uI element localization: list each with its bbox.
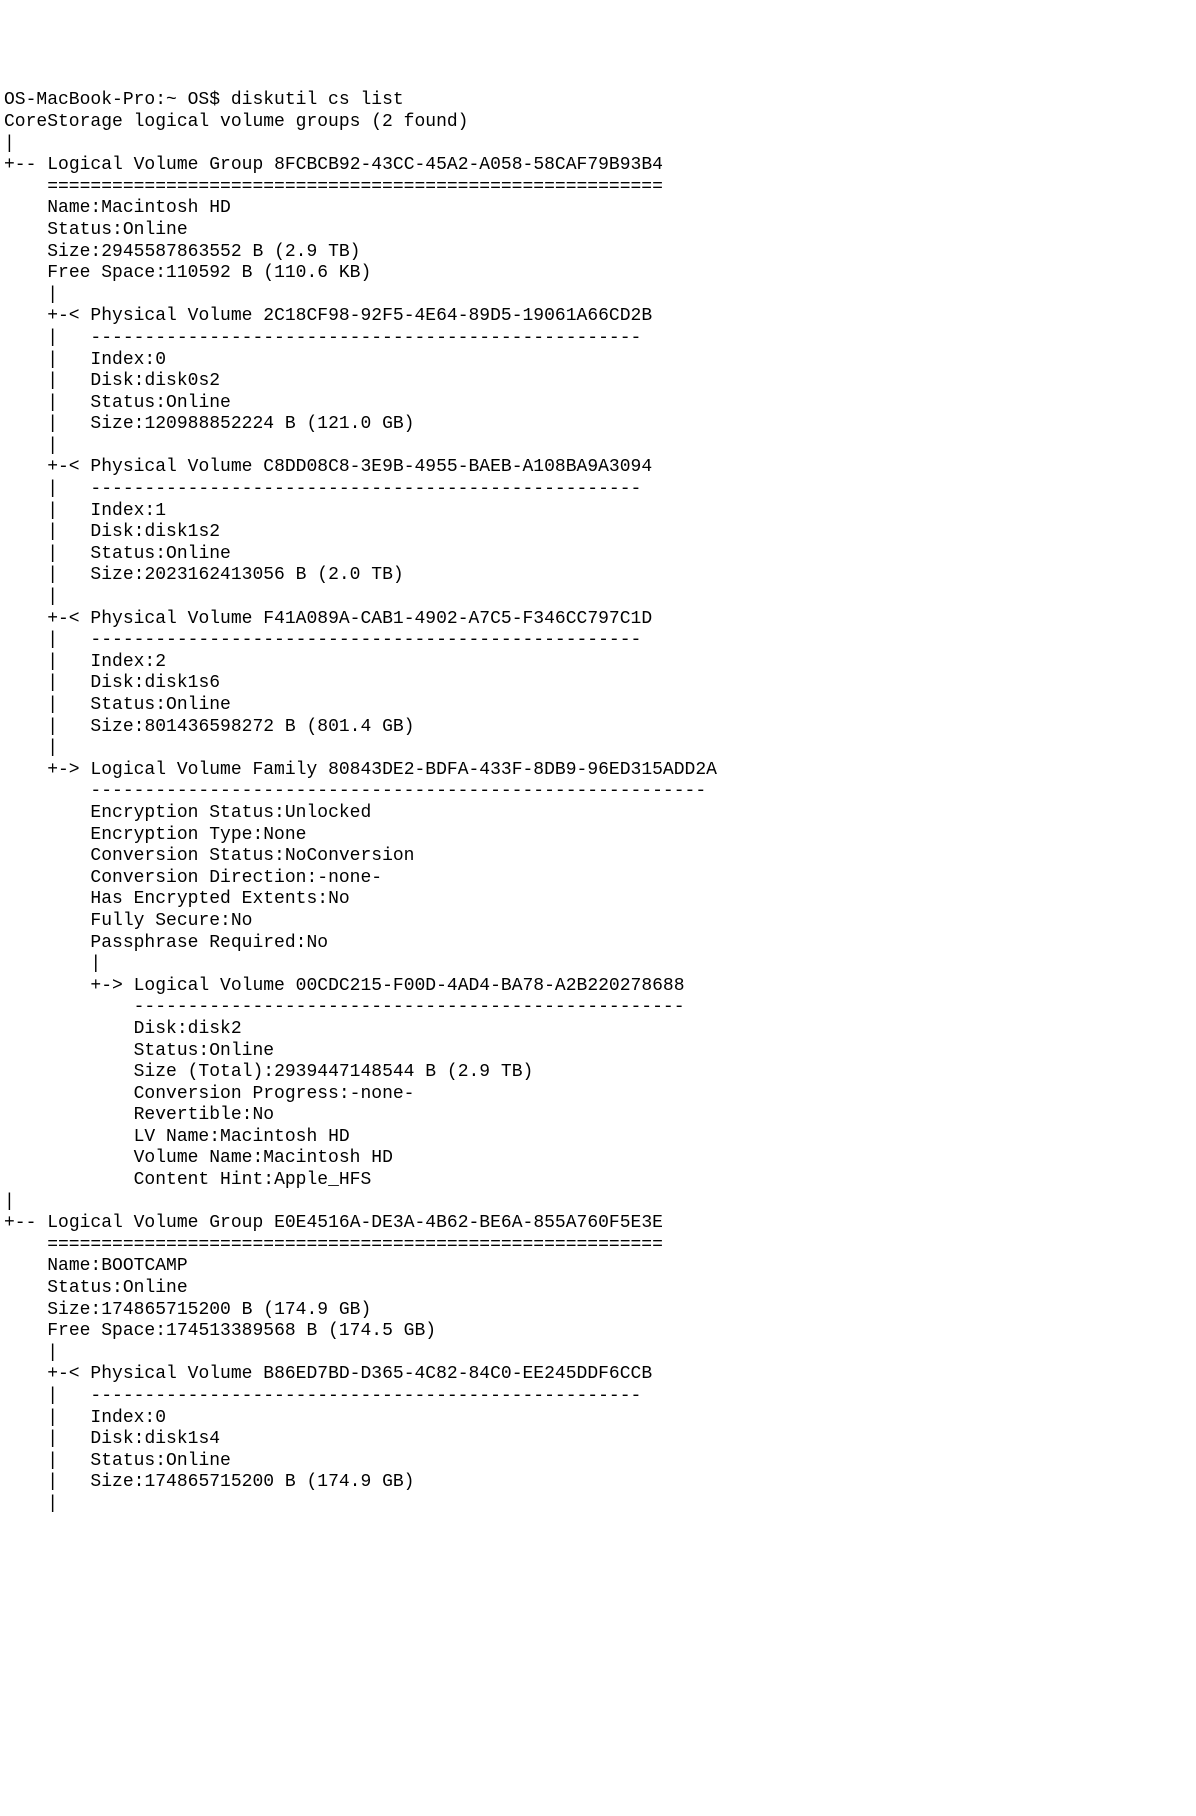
pv-size: 2023162413056 B (2.0 TB) [144, 565, 403, 585]
lbl-status: Status: [90, 544, 166, 564]
pv-status: Online [166, 1451, 231, 1471]
lbl-free: Free Space: [47, 1321, 166, 1341]
pv-disk: disk0s2 [144, 371, 220, 391]
pv-uuid: 2C18CF98-92F5-4E64-89D5-19061A66CD2B [263, 306, 652, 326]
lbl-size: Size: [47, 1300, 101, 1320]
lbl-size: Size: [90, 717, 144, 737]
pv-label: Physical Volume [90, 306, 252, 326]
pv-label: Physical Volume [90, 609, 252, 629]
lv-label: Logical Volume [134, 976, 285, 996]
pv-label: Physical Volume [90, 1364, 252, 1384]
lbl-size: Size: [90, 1472, 144, 1492]
pv-size: 174865715200 B (174.9 GB) [144, 1472, 414, 1492]
command: diskutil cs list [231, 90, 404, 110]
pv-label: Physical Volume [90, 457, 252, 477]
lbl-status: Status: [47, 220, 123, 240]
lbl-enctype: Encryption Type: [90, 825, 263, 845]
lvf-fullsec: No [231, 911, 253, 931]
lv-lvname: Macintosh HD [220, 1127, 350, 1147]
lbl-size: Size: [47, 242, 101, 262]
lbl-index: Index: [90, 501, 155, 521]
prompt: OS-MacBook-Pro:~ OS$ [4, 90, 231, 110]
lbl-sizetot: Size (Total): [134, 1062, 274, 1082]
lv-sizetot: 2939447148544 B (2.9 TB) [274, 1062, 533, 1082]
lbl-convstat: Conversion Status: [90, 846, 284, 866]
pv-status: Online [166, 695, 231, 715]
lvf-convdir: -none- [317, 868, 382, 888]
lvg-size: 174865715200 B (174.9 GB) [101, 1300, 371, 1320]
pv-uuid: F41A089A-CAB1-4902-A7C5-F346CC797C1D [263, 609, 652, 629]
lvf-uuid: 80843DE2-BDFA-433F-8DB9-96ED315ADD2A [328, 760, 717, 780]
lbl-chint: Content Hint: [134, 1170, 274, 1190]
pv-status: Online [166, 544, 231, 564]
lbl-disk: Disk: [90, 522, 144, 542]
lvf-hasenc: No [328, 889, 350, 909]
lvg-uuid: 8FCBCB92-43CC-45A2-A058-58CAF79B93B4 [274, 155, 663, 175]
pv-disk: disk1s2 [144, 522, 220, 542]
pv-uuid: B86ED7BD-D365-4C82-84C0-EE245DDF6CCB [263, 1364, 652, 1384]
lvf-enctype: None [263, 825, 306, 845]
lvg-label: Logical Volume Group [47, 155, 263, 175]
lvf-label: Logical Volume Family [90, 760, 317, 780]
lbl-status: Status: [90, 393, 166, 413]
lbl-passreq: Passphrase Required: [90, 933, 306, 953]
lvg-uuid: E0E4516A-DE3A-4B62-BE6A-855A760F5E3E [274, 1213, 663, 1233]
lbl-convprog: Conversion Progress: [134, 1084, 350, 1104]
lvf-encstat: Unlocked [285, 803, 371, 823]
lv-disk: disk2 [188, 1019, 242, 1039]
lvg-free: 174513389568 B (174.5 GB) [166, 1321, 436, 1341]
pv-index: 0 [155, 1408, 166, 1428]
terminal-output: OS-MacBook-Pro:~ OS$ diskutil cs list Co… [4, 90, 1192, 1515]
lbl-disk: Disk: [90, 371, 144, 391]
lbl-size: Size: [90, 565, 144, 585]
lv-status: Online [209, 1041, 274, 1061]
lbl-free: Free Space: [47, 263, 166, 283]
lbl-status: Status: [47, 1278, 123, 1298]
lvf-convstat: NoConversion [285, 846, 415, 866]
lbl-disk: Disk: [134, 1019, 188, 1039]
header: CoreStorage logical volume groups (2 fou… [4, 112, 468, 132]
lvg-label: Logical Volume Group [47, 1213, 263, 1233]
pv-index: 0 [155, 350, 166, 370]
pv-index: 2 [155, 652, 166, 672]
lbl-status: Status: [90, 695, 166, 715]
lbl-hasenc: Has Encrypted Extents: [90, 889, 328, 909]
lbl-index: Index: [90, 1408, 155, 1428]
lv-revert: No [252, 1105, 274, 1125]
lbl-size: Size: [90, 414, 144, 434]
lbl-revert: Revertible: [134, 1105, 253, 1125]
lbl-name: Name: [47, 198, 101, 218]
lbl-index: Index: [90, 350, 155, 370]
lv-convprog: -none- [350, 1084, 415, 1104]
lvf-passreq: No [306, 933, 328, 953]
lbl-lvname: LV Name: [134, 1127, 220, 1147]
lbl-convdir: Conversion Direction: [90, 868, 317, 888]
lbl-volname: Volume Name: [134, 1148, 264, 1168]
lv-uuid: 00CDC215-F00D-4AD4-BA78-A2B220278688 [296, 976, 685, 996]
pv-size: 801436598272 B (801.4 GB) [144, 717, 414, 737]
lbl-fullsec: Fully Secure: [90, 911, 230, 931]
lv-volname: Macintosh HD [263, 1148, 393, 1168]
lvg-status: Online [123, 220, 188, 240]
lbl-status: Status: [90, 1451, 166, 1471]
pv-size: 120988852224 B (121.0 GB) [144, 414, 414, 434]
pv-disk: disk1s6 [144, 673, 220, 693]
lbl-disk: Disk: [90, 1429, 144, 1449]
lvg-name: Macintosh HD [101, 198, 231, 218]
pv-index: 1 [155, 501, 166, 521]
lv-chint: Apple_HFS [274, 1170, 371, 1190]
lbl-encstat: Encryption Status: [90, 803, 284, 823]
pv-disk: disk1s4 [144, 1429, 220, 1449]
lvg-status: Online [123, 1278, 188, 1298]
lvg-size: 2945587863552 B (2.9 TB) [101, 242, 360, 262]
pv-status: Online [166, 393, 231, 413]
lbl-name: Name: [47, 1256, 101, 1276]
lvg-free: 110592 B (110.6 KB) [166, 263, 371, 283]
lbl-disk: Disk: [90, 673, 144, 693]
pv-uuid: C8DD08C8-3E9B-4955-BAEB-A108BA9A3094 [263, 457, 652, 477]
lvg-name: BOOTCAMP [101, 1256, 187, 1276]
lbl-status: Status: [134, 1041, 210, 1061]
lbl-index: Index: [90, 652, 155, 672]
